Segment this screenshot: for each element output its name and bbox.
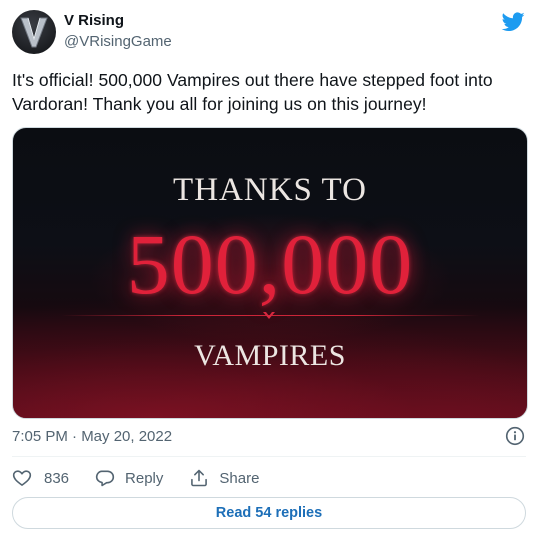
v-rising-logo-icon <box>20 17 48 48</box>
image-subheading-vampires: VAMPIRES <box>194 339 346 372</box>
image-heading-thanks: THANKS TO <box>173 172 367 208</box>
account-handle[interactable]: @VRisingGame <box>64 33 172 50</box>
read-replies-button[interactable]: Read 54 replies <box>12 497 526 529</box>
account-name[interactable]: V Rising <box>64 12 124 29</box>
like-count: 836 <box>44 469 70 487</box>
heart-icon <box>12 470 32 486</box>
action-bar: 836 Reply Share <box>12 468 285 488</box>
twitter-bird-icon[interactable] <box>501 10 525 34</box>
image-milestone-number: 500,000 <box>126 216 414 312</box>
divider-line <box>12 456 526 457</box>
like-button[interactable]: 836 <box>12 468 69 488</box>
tweet-image[interactable]: THANKS TO 500,000 VAMPIRES <box>12 127 528 419</box>
divider-ornament-icon <box>263 312 275 319</box>
tweet-timestamp[interactable]: 7:05 PM · May 20, 2022 <box>12 428 172 445</box>
reply-label: Reply <box>125 469 164 487</box>
share-icon <box>191 469 208 487</box>
reply-bubble-icon <box>95 470 115 487</box>
share-label: Share <box>219 469 260 487</box>
tweet-card: V Rising @VRisingGame It's official! 500… <box>0 0 538 539</box>
reply-button[interactable]: Reply <box>95 468 163 488</box>
info-icon[interactable] <box>505 426 525 446</box>
share-button[interactable]: Share <box>189 468 259 488</box>
tweet-text: It's official! 500,000 Vampires out ther… <box>12 70 493 114</box>
avatar[interactable] <box>12 10 56 54</box>
